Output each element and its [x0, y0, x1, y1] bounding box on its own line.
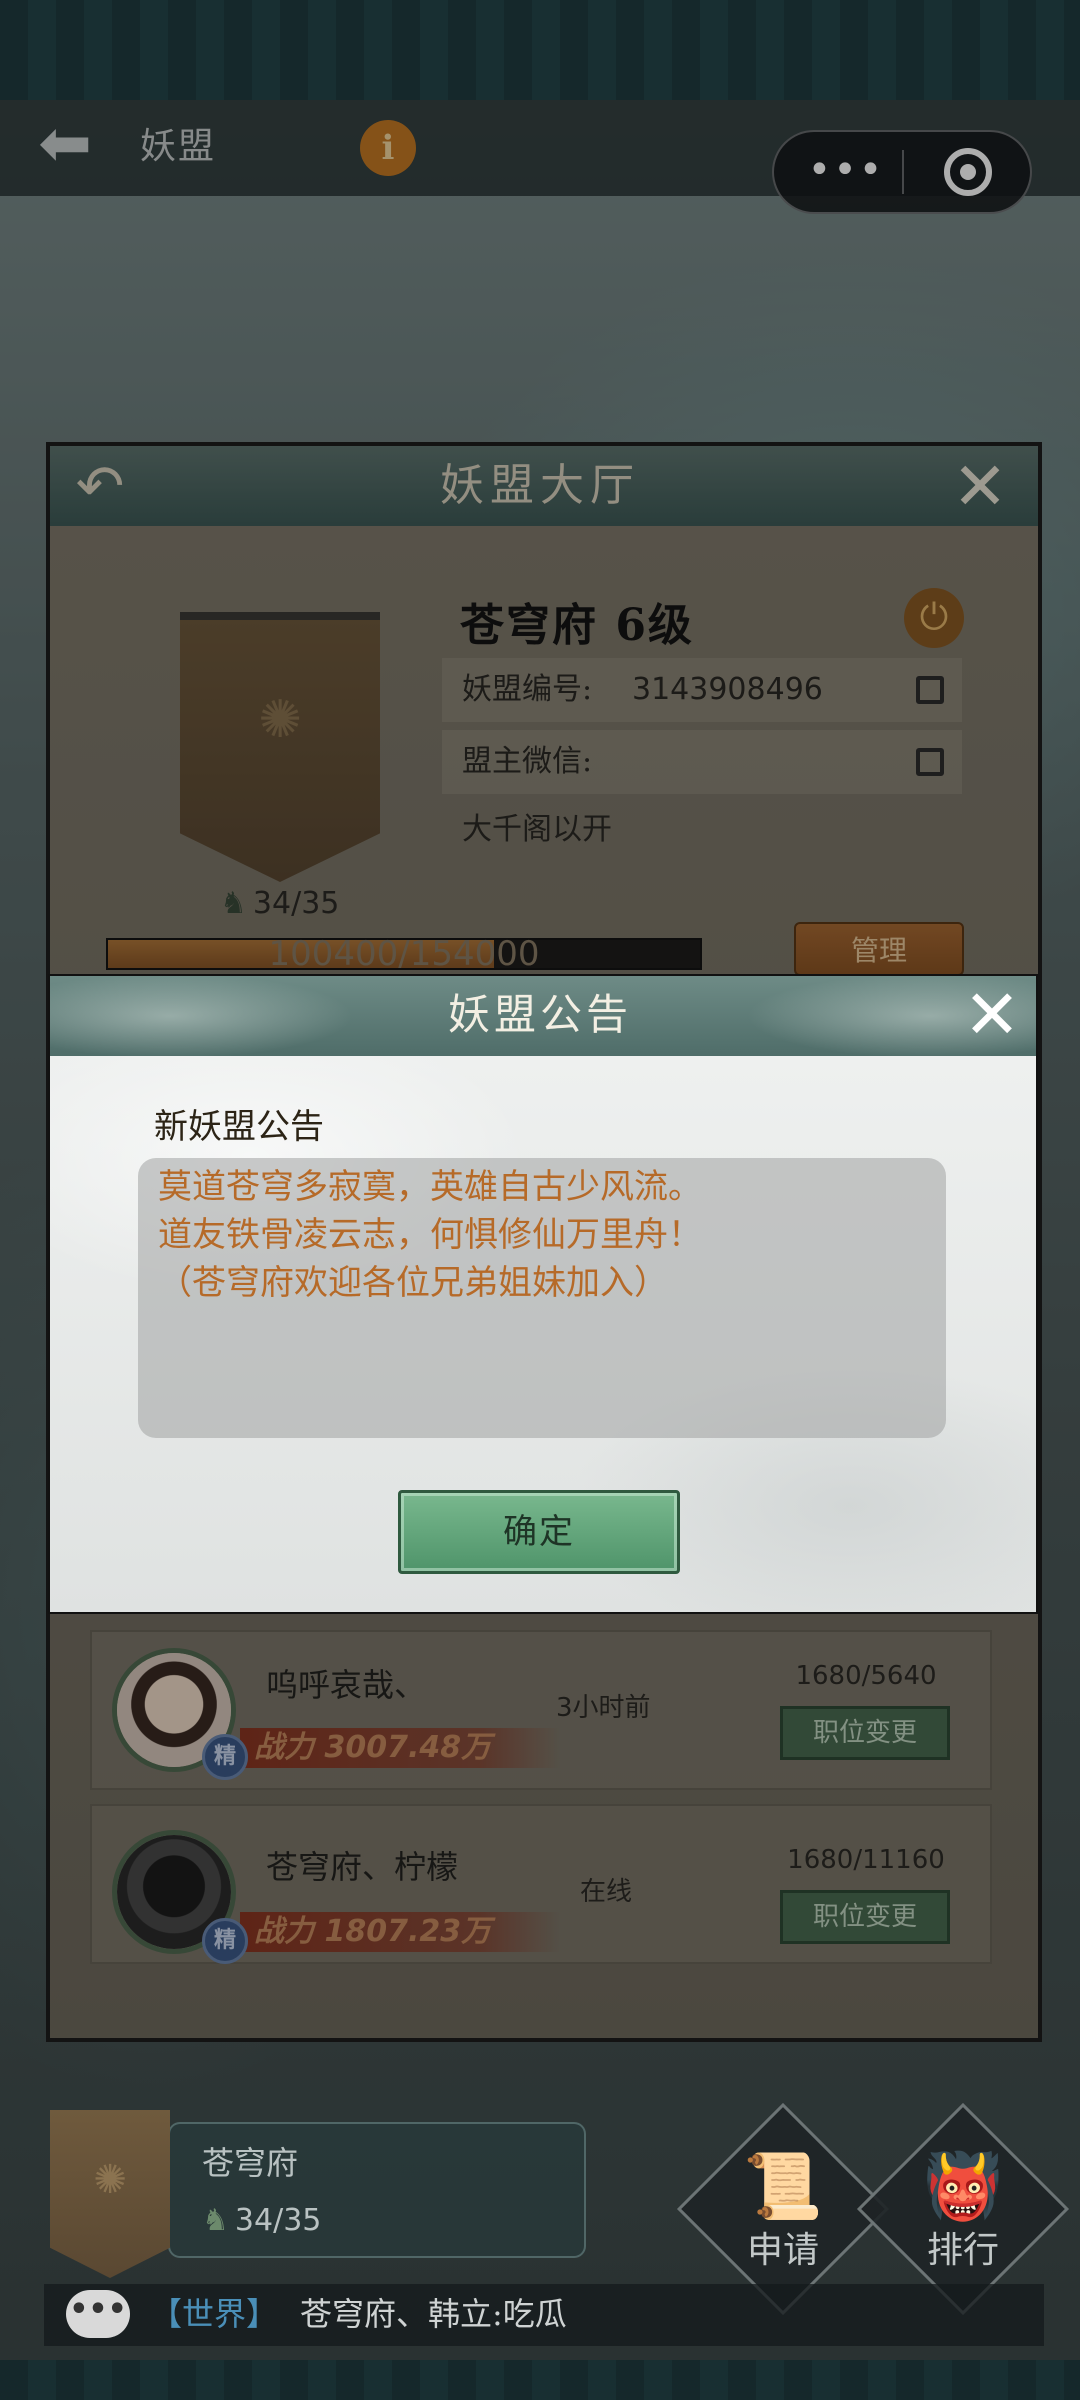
notice-line: 莫道苍穹多寂寞，英雄自古少风流。	[158, 1167, 702, 1207]
ranking-label: 排行	[926, 2230, 999, 2271]
bottom-guild-emblem-icon: ✺	[93, 2157, 127, 2203]
ranking-icon: 👹	[923, 2150, 1003, 2224]
bottom-guild-name: 苍穹府	[202, 2144, 299, 2182]
notice-heading: 新妖盟公告	[154, 1107, 324, 1147]
notice-line: 道友铁骨凌云志，何惧修仙万里舟！	[158, 1215, 702, 1255]
apply-label: 申请	[746, 2230, 819, 2271]
announcement-title: 妖盟公告	[447, 990, 632, 1039]
notice-line: （苍穹府欢迎各位兄弟姐妹加入）	[158, 1263, 668, 1303]
confirm-button-label[interactable]: 确定	[398, 1490, 680, 1574]
member-icon: ♞	[202, 2203, 229, 2238]
chat-channel: 【世界】	[150, 2295, 279, 2333]
chat-bubble-icon[interactable]: •••	[66, 2290, 130, 2338]
close-icon[interactable]: ✕	[956, 980, 1028, 1052]
bottom-member-count-value: 34/35	[234, 2203, 322, 2238]
scroll-icon: 📜	[743, 2150, 823, 2224]
bottom-member-count: ♞ 34/35	[202, 2200, 321, 2242]
chat-message: 苍穹府、韩立:吃瓜	[300, 2295, 567, 2333]
